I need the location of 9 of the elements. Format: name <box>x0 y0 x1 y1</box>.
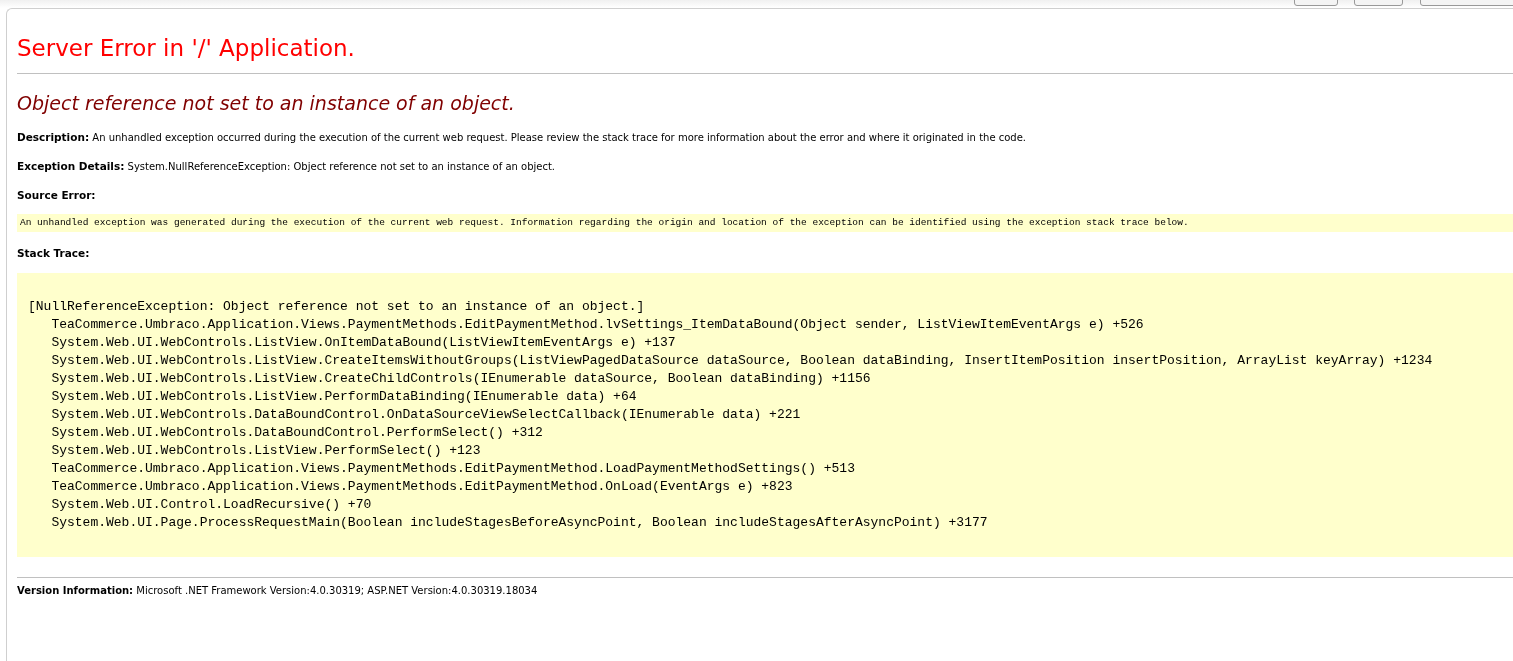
stack-trace: [NullReferenceException: Object reference not set to an instance of an object.] TeaCommerce.Umbraco.Application.Views.PaymentMethods.EditPaymentMethod.lvSettings_ItemDataBound(Object sender, ListViewItemEventArgs e) +526 System.Web.UI.WebControls.ListView.OnItemDataBound(ListViewItemEventArgs e) +137 System.Web.UI.WebControls.ListView.CreateItemsWithoutGroups(ListViewPagedDataSource dataSource, Boolean dataBinding, InsertItemPosition insertPosition, ArrayList keyArray) +1234 System.Web.UI.WebControls.ListView.CreateChildControls(IEnumerable dataSource, Boolean dataBinding) +1156 System.Web.UI.WebControls.ListView.PerformDataBinding(IEnumerable data) +64 System.Web.UI.WebControls.DataBoundControl.OnDataSourceViewSelectCallback(IEnumerable data) +221 System.Web.UI.WebControls.DataBoundControl.PerformSelect() +312 System.Web.UI.WebControls.ListView.PerformSelect() +123 TeaCommerce.Umbraco.Application.Views.PaymentMethods.EditPaymentMethod.LoadPaymentMethodSettings() +513 TeaCommerce.Umbraco.Application.Views.PaymentMethods.EditPaymentMethod.OnLoad(EventArgs e) +823 System.Web.UI.Control.LoadRecursive() +70 System.Web.UI.Page.ProcessRequestMain(Boolean includeStagesBeforeAsyncPoint, Boolean includeStagesAfterAsyncPoint) +3177 <box>17 273 1513 557</box>
section-heading: Source Error: <box>17 188 97 202</box>
section-heading: Stack Trace: <box>17 246 91 260</box>
source-error-text: An unhandled exception was generated during the execution of the current web request. Information regarding the origin and location of the exception can be identified using the exception stack trace below. <box>17 214 1513 232</box>
page-title: Server Error in '/' Application. <box>17 34 356 63</box>
description-text: Exception Details: System.NullReferenceException: Object reference not set to an instance of an object. <box>17 159 557 174</box>
version-information: Version Information: Microsoft .NET Framework Version:4.0.30319; ASP.NET Version:4.0.30319.18034 <box>17 584 539 598</box>
error-message: Object reference not set to an instance of an object. <box>17 91 516 116</box>
description-text: Description: An unhandled exception occurred during the execution of the current web request. Please review the stack trace for more information about the error and where it originated in the code. <box>17 130 1028 145</box>
